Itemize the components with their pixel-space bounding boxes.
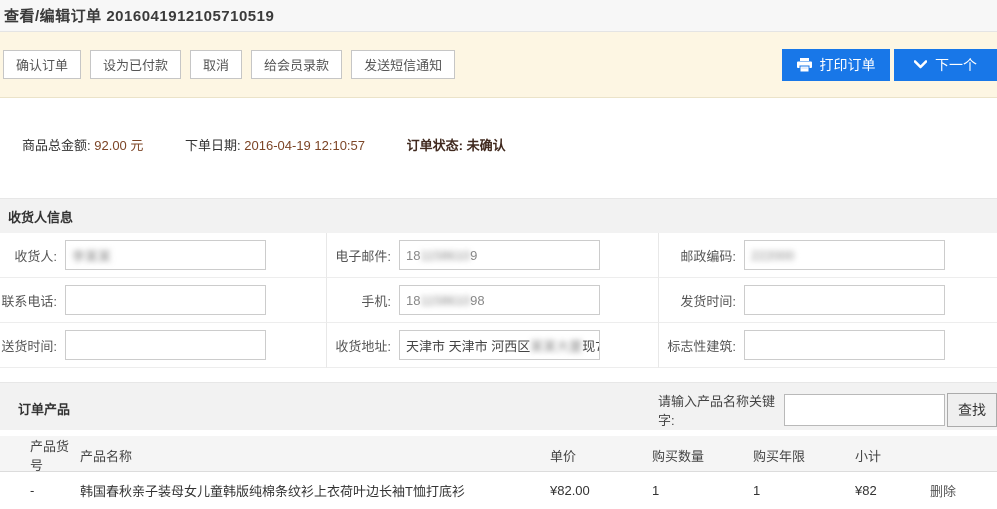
email-input[interactable]: 1811586109 <box>399 240 600 270</box>
print-order-button[interactable]: 打印订单 <box>782 49 890 81</box>
mobile-input[interactable]: 18115861098 <box>399 285 600 315</box>
col-years: 购买年限 <box>753 446 855 465</box>
print-order-label: 打印订单 <box>820 55 876 75</box>
phone-input[interactable] <box>65 285 266 315</box>
email-field: 电子邮件: 1811586109 <box>326 233 658 278</box>
recipient-form: 收货人: 李某某 电子邮件: 1811586109 邮政编码: 222000 联… <box>0 233 997 368</box>
order-date-value: 2016-04-19 12:10:57 <box>244 138 365 153</box>
postcode-input[interactable]: 222000 <box>744 240 945 270</box>
landmark-input[interactable] <box>744 330 945 360</box>
toolbar-left: 确认订单 设为已付款 取消 给会员录款 发送短信通知 <box>3 50 464 79</box>
cancel-button[interactable]: 取消 <box>190 50 242 79</box>
delivery-time-field: 送货时间: <box>0 323 326 368</box>
products-table-header: 产品货号 产品名称 单价 购买数量 购买年限 小计 <box>0 436 997 472</box>
recipient-section-title: 收货人信息 <box>0 198 997 233</box>
recipient-name-input[interactable]: 李某某 <box>65 240 266 270</box>
confirm-order-button[interactable]: 确认订单 <box>3 50 81 79</box>
ship-time-input[interactable] <box>744 285 945 315</box>
address-input[interactable]: 天津市 天津市 河西区某某大厦现7 <box>399 330 600 360</box>
products-section: 订单产品 请输入产品名称关键字: 查找 <box>0 382 997 430</box>
col-name: 产品名称 <box>80 446 550 465</box>
landmark-field: 标志性建筑: <box>658 323 997 368</box>
product-subtotal: ¥82 <box>855 483 930 498</box>
col-qty: 购买数量 <box>652 446 753 465</box>
send-sms-button[interactable]: 发送短信通知 <box>351 50 455 79</box>
total-amount: 商品总金额: 92.00 元 <box>22 138 143 153</box>
order-date: 下单日期: 2016-04-19 12:10:57 <box>185 138 365 153</box>
phone-field: 联系电话: <box>0 278 326 323</box>
search-button[interactable]: 查找 <box>947 393 997 427</box>
status-badge: 未确认 <box>467 138 506 153</box>
printer-icon <box>797 58 812 72</box>
product-years: 1 <box>753 483 855 498</box>
order-status: 订单状态: 未确认 <box>407 138 506 153</box>
postcode-field: 邮政编码: 222000 <box>658 233 997 278</box>
recipient-name-field: 收货人: 李某某 <box>0 233 326 278</box>
delivery-time-input[interactable] <box>65 330 266 360</box>
products-section-title: 订单产品 <box>18 399 70 418</box>
toolbar: 确认订单 设为已付款 取消 给会员录款 发送短信通知 打印订单 下一个 <box>0 32 997 98</box>
table-row: - 韩国春秋亲子装母女儿童韩版纯棉条纹衫上衣荷叶边长袖T恤打底衫 ¥82.00 … <box>0 472 997 508</box>
order-edit-page: 查看/编辑订单 2016041912105710519 确认订单 设为已付款 取… <box>0 0 997 508</box>
col-subtotal: 小计 <box>855 446 930 465</box>
order-summary: 商品总金额: 92.00 元 下单日期: 2016-04-19 12:10:57… <box>0 98 997 198</box>
ship-time-field: 发货时间: <box>658 278 997 323</box>
search-label: 请输入产品名称关键字: <box>658 391 779 429</box>
col-price: 单价 <box>550 446 652 465</box>
product-search: 请输入产品名称关键字: 查找 <box>658 391 997 429</box>
mobile-field: 手机: 18115861098 <box>326 278 658 323</box>
product-sku: - <box>0 483 80 498</box>
product-qty: 1 <box>652 483 753 498</box>
toolbar-right: 打印订单 下一个 <box>782 49 997 81</box>
address-field: 收货地址: 天津市 天津市 河西区某某大厦现7 <box>326 323 658 368</box>
total-amount-value: 92.00 元 <box>94 138 143 153</box>
next-order-label: 下一个 <box>935 55 977 75</box>
col-sku: 产品货号 <box>0 436 80 474</box>
record-payment-button[interactable]: 给会员录款 <box>251 50 342 79</box>
product-price: ¥82.00 <box>550 483 652 498</box>
page-title: 查看/编辑订单 2016041912105710519 <box>4 5 274 26</box>
chevron-down-icon <box>914 60 927 69</box>
delete-product-link[interactable]: 删除 <box>930 484 956 499</box>
product-name: 韩国春秋亲子装母女儿童韩版纯棉条纹衫上衣荷叶边长袖T恤打底衫 <box>80 481 550 500</box>
product-search-input[interactable] <box>784 394 945 426</box>
set-paid-button[interactable]: 设为已付款 <box>90 50 181 79</box>
next-order-button[interactable]: 下一个 <box>894 49 997 81</box>
titlebar: 查看/编辑订单 2016041912105710519 <box>0 0 997 32</box>
